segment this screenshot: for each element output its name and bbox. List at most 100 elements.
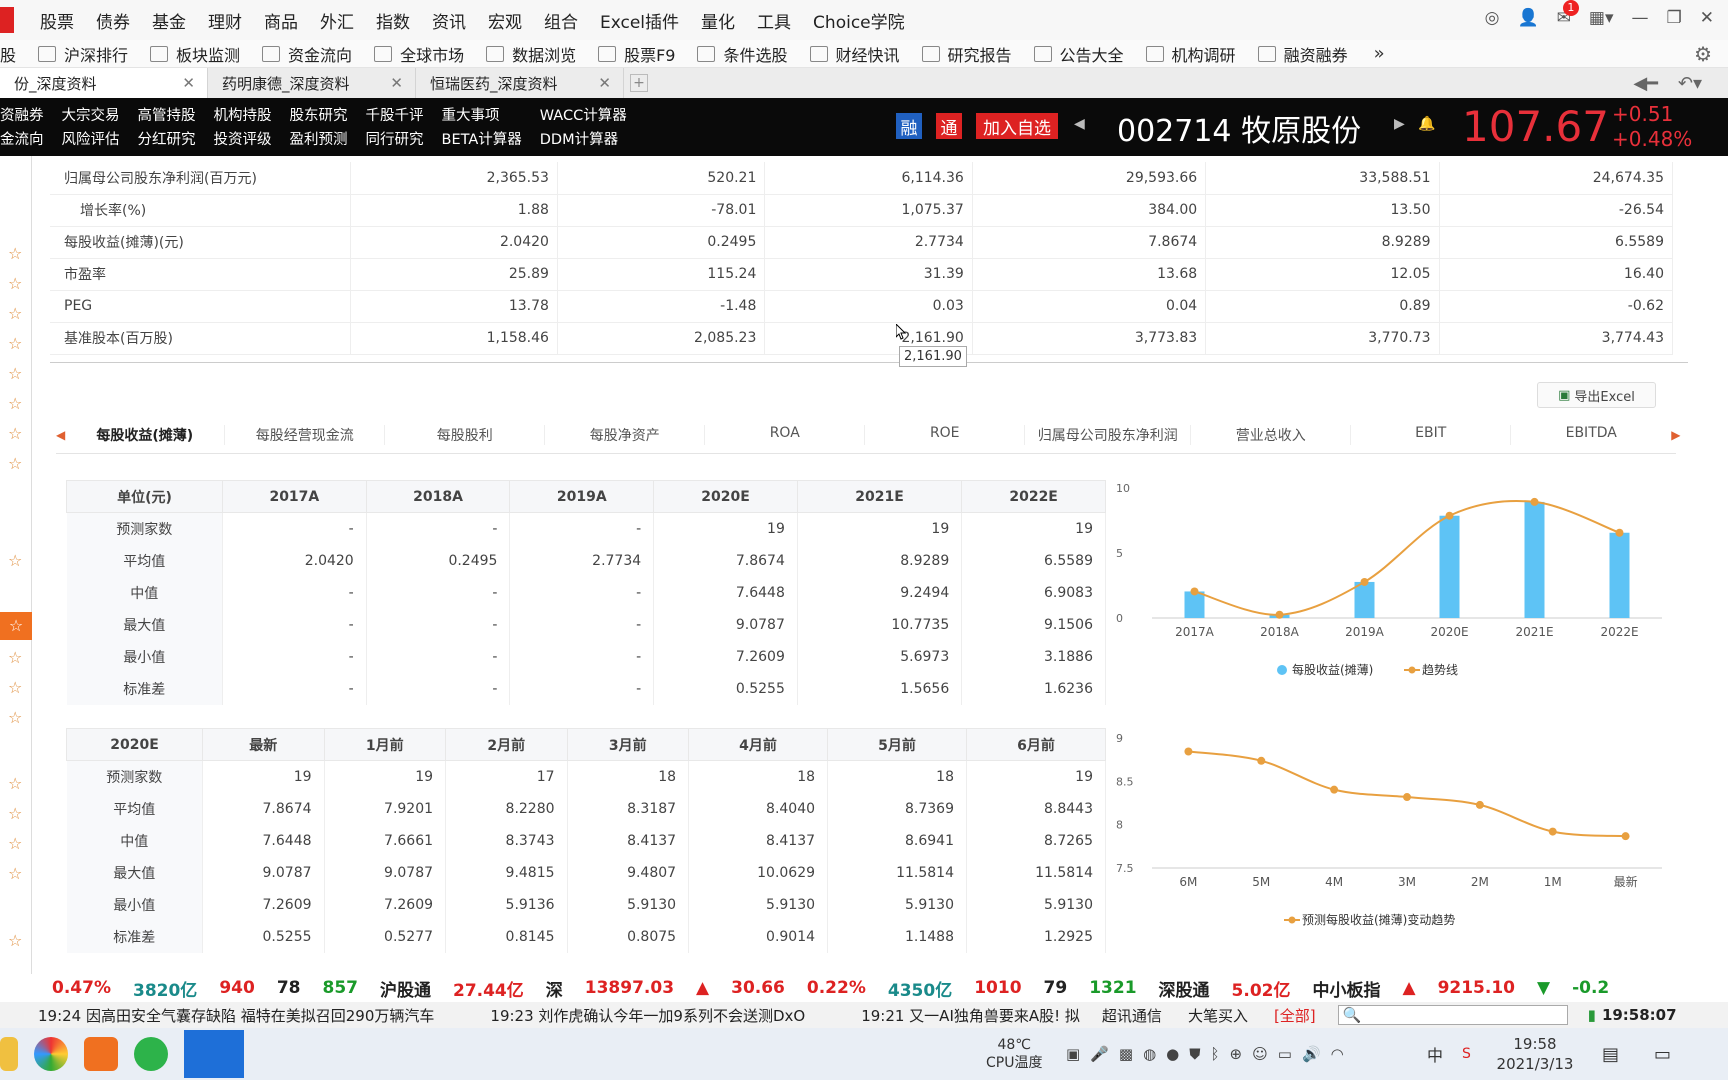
star-icon[interactable]: ☆ bbox=[8, 551, 22, 570]
table-cell[interactable]: 19 bbox=[202, 760, 325, 793]
star-icon[interactable]: ☆ bbox=[8, 334, 22, 353]
person-icon[interactable]: ☺ bbox=[1252, 1045, 1268, 1063]
nvidia-icon[interactable]: ▩ bbox=[1119, 1045, 1133, 1063]
star-icon[interactable]: ☆ bbox=[8, 678, 22, 697]
menu-item[interactable]: 债券 bbox=[96, 8, 130, 33]
table-cell[interactable]: 0.04 bbox=[972, 290, 1207, 323]
menu-item[interactable]: 工具 bbox=[757, 8, 791, 33]
star-icon[interactable]: ☆ bbox=[8, 834, 22, 853]
wechat-icon[interactable] bbox=[134, 1037, 168, 1071]
task-app-icon[interactable] bbox=[84, 1037, 118, 1071]
star-icon[interactable]: ☆ bbox=[8, 304, 22, 323]
tray-app-icon[interactable]: ▣ bbox=[1066, 1045, 1080, 1063]
table-cell[interactable]: - bbox=[222, 672, 367, 705]
table-cell[interactable]: - bbox=[366, 512, 511, 545]
close-icon[interactable]: ✕ bbox=[1700, 8, 1714, 28]
quick-link[interactable]: BETA计算器 bbox=[442, 128, 522, 149]
toolbar-item[interactable]: 数据浏览 bbox=[486, 42, 576, 66]
more-icon[interactable]: » bbox=[1374, 43, 1385, 64]
quick-link[interactable]: 高管持股 bbox=[138, 104, 196, 125]
star-icon[interactable]: ☆ bbox=[8, 804, 22, 823]
table-cell[interactable]: 8.4137 bbox=[688, 824, 829, 857]
menu-item[interactable]: 商品 bbox=[264, 8, 298, 33]
table-cell[interactable]: 5.9130 bbox=[567, 888, 690, 921]
connect-tag-button[interactable]: 通 bbox=[936, 113, 962, 139]
sogou-icon[interactable]: S bbox=[1462, 1046, 1471, 1062]
settings-icon[interactable]: ⚙ bbox=[1694, 42, 1712, 66]
table-cell[interactable]: 1.6236 bbox=[961, 672, 1106, 705]
news-item[interactable]: 19:24 因高田安全气囊存缺陷 福特在美拟召回290万辆汽车 bbox=[38, 1005, 434, 1026]
table-cell[interactable]: 24,674.35 bbox=[1439, 162, 1674, 195]
table-cell[interactable]: 29,593.66 bbox=[972, 162, 1207, 195]
table-cell[interactable]: -1.48 bbox=[557, 290, 766, 323]
table-cell[interactable]: 2.0420 bbox=[222, 544, 367, 577]
quick-link[interactable]: 投资评级 bbox=[214, 128, 272, 149]
table-cell[interactable]: 0.89 bbox=[1205, 290, 1440, 323]
table-cell[interactable]: 6,114.36 bbox=[764, 162, 973, 195]
bluetooth-icon[interactable]: ᛒ bbox=[1211, 1045, 1220, 1063]
mail-icon[interactable]: ✉ 1 bbox=[1557, 0, 1579, 28]
table-cell[interactable]: 9.4807 bbox=[567, 856, 690, 889]
table-cell[interactable]: 5.9130 bbox=[827, 888, 967, 921]
table-cell[interactable]: 7.8674 bbox=[972, 226, 1207, 259]
table-cell[interactable]: 18 bbox=[827, 760, 967, 793]
table-cell[interactable]: 520.21 bbox=[557, 162, 766, 195]
notification-icon[interactable]: ▤ bbox=[1602, 1044, 1619, 1065]
table-cell[interactable]: - bbox=[222, 640, 367, 673]
antivirus-icon[interactable]: ● bbox=[1166, 1045, 1179, 1063]
metric-tab[interactable]: 营业总收入 bbox=[1191, 424, 1352, 445]
ime-indicator[interactable]: 中 bbox=[1427, 1042, 1443, 1066]
star-icon[interactable]: ☆ bbox=[8, 774, 22, 793]
star-icon[interactable]: ☆ bbox=[8, 394, 22, 413]
table-cell[interactable]: - bbox=[222, 576, 367, 609]
shield-icon[interactable]: ⛊ bbox=[1189, 1045, 1200, 1063]
table-cell[interactable]: 3,774.43 bbox=[1439, 322, 1674, 355]
star-icon[interactable]: ☆ bbox=[8, 454, 22, 473]
folder-icon[interactable] bbox=[0, 1037, 18, 1071]
table-cell[interactable]: - bbox=[509, 512, 655, 545]
table-cell[interactable]: 1.5656 bbox=[797, 672, 963, 705]
margin-tag-button[interactable]: 融 bbox=[896, 113, 922, 139]
toolbar-item[interactable]: 条件选股 bbox=[697, 42, 788, 66]
metric-tab[interactable]: EBITDA bbox=[1511, 425, 1671, 445]
table-cell[interactable]: 19 bbox=[966, 760, 1106, 793]
news-item[interactable]: 19:23 刘作虎确认今年一加9系列不会送测DxO bbox=[490, 1005, 805, 1026]
metric-tab[interactable]: 每股净资产 bbox=[545, 424, 706, 445]
menu-item[interactable]: 外汇 bbox=[320, 8, 354, 33]
table-cell[interactable]: 3,770.73 bbox=[1205, 322, 1440, 355]
table-cell[interactable]: 8.9289 bbox=[1205, 226, 1440, 259]
toolbar-item[interactable]: 股 bbox=[0, 42, 16, 66]
toolbar-item[interactable]: 板块监测 bbox=[150, 42, 240, 66]
star-icon[interactable]: ☆ bbox=[8, 424, 22, 443]
quick-link[interactable]: 风险评估 bbox=[62, 128, 120, 149]
metric-tab[interactable]: 每股经营现金流 bbox=[225, 424, 386, 445]
table-cell[interactable]: 8.6941 bbox=[827, 824, 967, 857]
scroll-right-icon[interactable]: ▶ bbox=[1671, 428, 1680, 442]
quick-link[interactable]: 盈利预测 bbox=[290, 128, 348, 149]
table-cell[interactable]: 10.7735 bbox=[797, 608, 963, 641]
close-tab-icon[interactable]: ✕ bbox=[182, 74, 195, 92]
table-cell[interactable]: - bbox=[509, 640, 655, 673]
table-cell[interactable]: 18 bbox=[567, 760, 690, 793]
table-cell[interactable]: 1,158.46 bbox=[350, 322, 558, 355]
toolbar-item[interactable]: 股票F9 bbox=[598, 42, 675, 66]
table-cell[interactable]: - bbox=[366, 608, 511, 641]
menu-item[interactable]: 组合 bbox=[544, 8, 578, 33]
quick-link[interactable]: 分红研究 bbox=[138, 128, 196, 149]
table-cell[interactable]: 0.2495 bbox=[557, 226, 766, 259]
table-cell[interactable]: 19 bbox=[653, 512, 798, 545]
layout-icon[interactable]: ▦▾ bbox=[1589, 8, 1614, 28]
scroll-left-icon[interactable]: ◀ bbox=[56, 428, 65, 442]
table-cell[interactable]: 384.00 bbox=[972, 194, 1207, 227]
table-cell[interactable]: 31.39 bbox=[764, 258, 973, 291]
toolbar-item[interactable]: 资金流向 bbox=[262, 42, 352, 66]
back-icon[interactable]: ◀━ bbox=[1633, 73, 1658, 94]
table-cell[interactable]: 8.3743 bbox=[445, 824, 568, 857]
minimize-icon[interactable]: — bbox=[1632, 8, 1649, 28]
star-icon[interactable]: ☆ bbox=[8, 708, 22, 727]
star-icon[interactable]: ☆ bbox=[8, 274, 22, 293]
table-cell[interactable]: 17 bbox=[445, 760, 568, 793]
tab-hengrui[interactable]: 恒瑞医药_深度资料 ✕ bbox=[416, 68, 624, 98]
table-cell[interactable]: 0.5255 bbox=[653, 672, 798, 705]
table-cell[interactable]: 9.0787 bbox=[324, 856, 447, 889]
